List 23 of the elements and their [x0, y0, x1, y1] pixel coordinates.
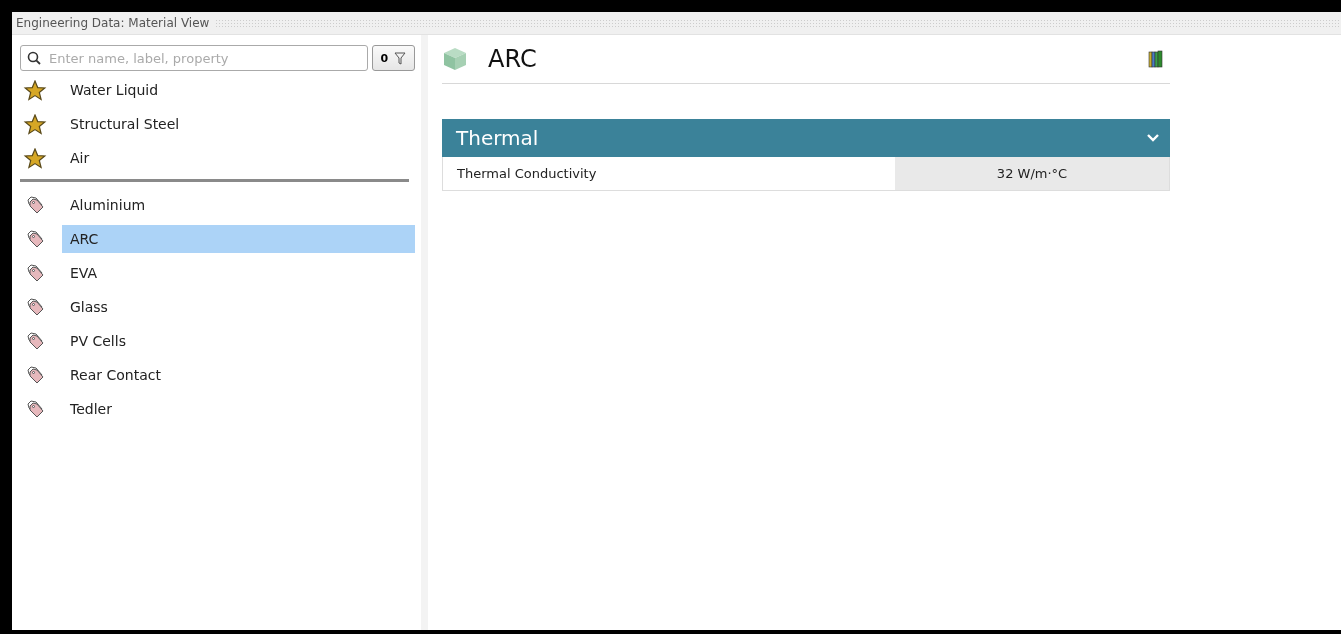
cube-icon	[442, 46, 468, 72]
material-item[interactable]: Aluminium	[62, 191, 415, 219]
material-item[interactable]: Glass	[62, 293, 415, 321]
section-header[interactable]: Thermal	[442, 119, 1170, 157]
material-title: ARC	[488, 45, 538, 73]
material-item[interactable]: Rear Contact	[62, 361, 415, 389]
window-title: Engineering Data: Material View	[15, 16, 211, 30]
material-item[interactable]: EVA	[62, 259, 415, 287]
property-name: Thermal Conductivity	[456, 165, 598, 183]
search-field[interactable]: Enter name, label, property	[20, 45, 368, 71]
star-icon	[22, 113, 48, 135]
star-icon	[22, 79, 48, 101]
books-icon[interactable]	[1148, 50, 1164, 68]
favorite-item[interactable]: Air	[62, 144, 415, 172]
favorite-item[interactable]: Water Liquid	[62, 76, 415, 104]
filter-icon	[394, 51, 407, 65]
material-item[interactable]: Tedler	[62, 395, 415, 423]
star-icon	[22, 147, 48, 169]
filter-button[interactable]: 0	[371, 45, 415, 71]
favorite-item[interactable]: Structural Steel	[62, 110, 415, 138]
property-value: 32 W/m·°C	[895, 157, 1169, 190]
material-item[interactable]: PV Cells	[62, 327, 415, 355]
material-item[interactable]: ARC	[62, 225, 415, 253]
